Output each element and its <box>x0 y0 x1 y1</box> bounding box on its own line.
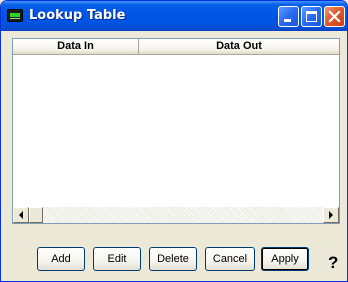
delete-button[interactable]: Delete <box>149 247 197 271</box>
maximize-button[interactable] <box>301 6 322 27</box>
scroll-left-button[interactable] <box>13 207 29 223</box>
edit-button[interactable]: Edit <box>93 247 141 271</box>
add-button[interactable]: Add <box>37 247 85 271</box>
arrow-left-icon <box>19 211 23 219</box>
help-icon[interactable]: ? <box>328 253 338 273</box>
close-icon <box>328 10 341 23</box>
apply-button[interactable]: Apply <box>261 247 309 271</box>
minimize-icon <box>284 19 291 22</box>
table-body[interactable] <box>13 55 339 207</box>
minimize-button[interactable] <box>278 6 299 27</box>
horizontal-scrollbar[interactable] <box>13 207 339 223</box>
lookup-table-grid[interactable]: Data In Data Out <box>12 38 340 224</box>
arrow-right-icon <box>329 211 333 219</box>
column-header-data-in[interactable]: Data In <box>13 39 139 55</box>
scrollbar-thumb[interactable] <box>29 207 43 223</box>
title-bar[interactable]: Lookup Table <box>1 1 347 31</box>
cancel-button[interactable]: Cancel <box>205 247 255 271</box>
maximize-icon <box>306 11 317 22</box>
close-button[interactable] <box>324 6 345 27</box>
table-header: Data In Data Out <box>13 39 339 55</box>
column-header-data-out[interactable]: Data Out <box>139 39 339 55</box>
window-title: Lookup Table <box>29 8 126 23</box>
lookup-table-app-icon <box>7 9 23 22</box>
lookup-table-window: Lookup Table Data In Data Out Add Edit D… <box>0 0 348 282</box>
scroll-right-button[interactable] <box>323 207 339 223</box>
